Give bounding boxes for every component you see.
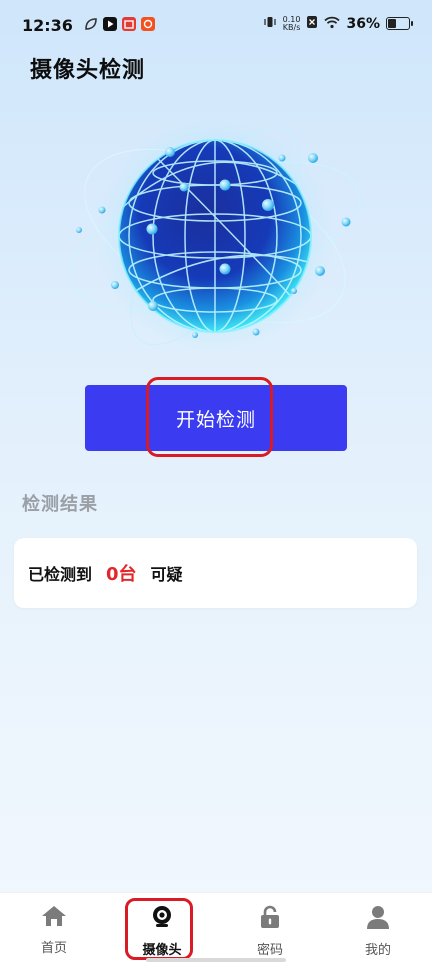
status-time: 12:36 bbox=[22, 16, 73, 35]
status-bar: 12:36 0.10 KB/s 36% bbox=[0, 0, 432, 50]
result-suffix: 可疑 bbox=[150, 565, 183, 584]
bottom-nav: 首页 摄像头 密码 我的 bbox=[0, 892, 432, 965]
nav-item-password[interactable]: 密码 bbox=[216, 893, 324, 965]
nav-item-camera[interactable]: 摄像头 bbox=[108, 893, 216, 965]
result-prefix: 已检测到 bbox=[28, 565, 93, 584]
shop-app-icon bbox=[122, 17, 136, 31]
nav-item-home[interactable]: 首页 bbox=[0, 893, 108, 965]
result-count: 0台 bbox=[106, 564, 137, 585]
wifi-icon bbox=[324, 16, 341, 32]
results-section-title: 检测结果 bbox=[22, 494, 98, 515]
battery-percent: 36% bbox=[346, 15, 380, 32]
nav-label-mine: 我的 bbox=[364, 943, 391, 958]
home-icon bbox=[41, 905, 67, 931]
sim-off-icon bbox=[306, 15, 318, 32]
nav-label-camera: 摄像头 bbox=[142, 943, 182, 958]
page-title: 摄像头检测 bbox=[30, 58, 146, 83]
vibrate-icon bbox=[263, 15, 277, 32]
result-card: 已检测到 0台 可疑 bbox=[14, 538, 417, 608]
result-text: 已检测到 0台 可疑 bbox=[28, 538, 183, 608]
nav-label-home: 首页 bbox=[40, 941, 67, 956]
nav-item-mine[interactable]: 我的 bbox=[324, 893, 432, 965]
globe-illustration bbox=[62, 88, 372, 368]
play-app-icon bbox=[103, 17, 117, 31]
leaf-app-icon bbox=[84, 17, 98, 31]
status-right: 0.10 KB/s 36% bbox=[263, 14, 413, 32]
battery-icon bbox=[386, 17, 413, 30]
news-app-icon bbox=[141, 17, 155, 31]
start-detect-button[interactable]: 开始检测 bbox=[85, 385, 347, 451]
home-indicator bbox=[146, 958, 286, 962]
nav-label-password: 密码 bbox=[256, 943, 283, 958]
user-icon bbox=[366, 905, 390, 933]
camera-icon bbox=[150, 905, 174, 933]
lock-icon bbox=[259, 905, 281, 933]
net-speed: 0.10 KB/s bbox=[282, 14, 301, 32]
status-app-icons bbox=[84, 17, 155, 31]
